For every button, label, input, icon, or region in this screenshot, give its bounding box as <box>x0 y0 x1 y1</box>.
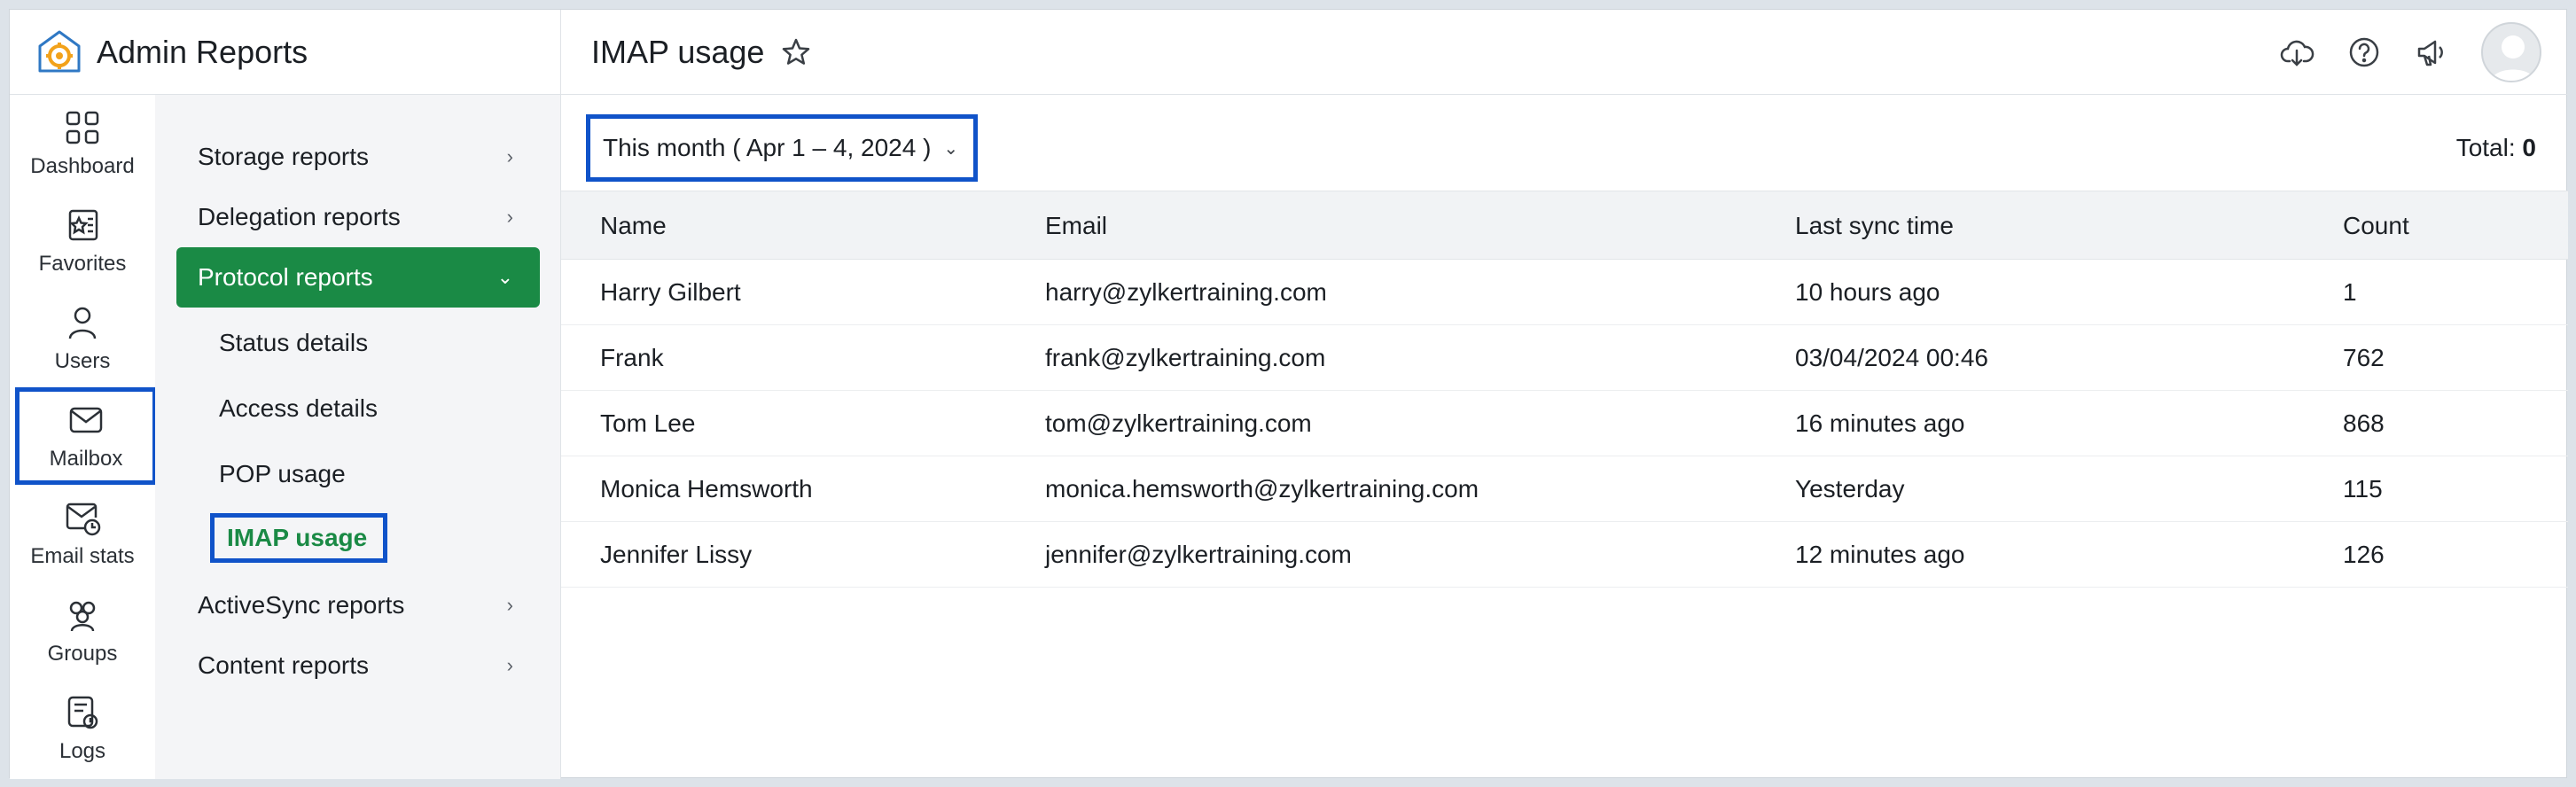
nav-item-protocol-reports[interactable]: Protocol reports ⌄ <box>176 247 540 308</box>
chevron-right-icon: › <box>506 206 513 228</box>
email-stats-icon <box>66 503 101 536</box>
column-header-email[interactable]: Email <box>1045 191 1107 261</box>
column-header-count[interactable]: Count <box>2343 191 2409 261</box>
rail-label: Mailbox <box>49 447 123 471</box>
chevron-down-icon: ⌄ <box>943 138 959 159</box>
reports-nav: Storage reports › Delegation reports › P… <box>155 95 561 779</box>
table-row[interactable]: Monica Hemsworth monica.hemsworth@zylker… <box>561 456 2568 522</box>
cell-email: tom@zylkertraining.com <box>1045 409 1312 437</box>
cell-email: monica.hemsworth@zylkertraining.com <box>1045 475 1479 503</box>
cell-count: 126 <box>2343 541 2385 568</box>
cell-name: Jennifer Lissy <box>600 541 753 568</box>
cell-last-sync-time: 12 minutes ago <box>1795 541 1965 568</box>
rail-item-groups[interactable]: Groups <box>10 582 155 680</box>
total-count: Total: 0 <box>2456 134 2536 162</box>
table-row[interactable]: Frank frank@zylkertraining.com 03/04/202… <box>561 325 2568 391</box>
rail-item-dashboard[interactable]: Dashboard <box>10 95 155 192</box>
cell-email: harry@zylkertraining.com <box>1045 278 1327 306</box>
column-header-last-sync-time[interactable]: Last sync time <box>1795 191 1954 261</box>
cell-count: 868 <box>2343 409 2385 437</box>
cell-count: 762 <box>2343 344 2385 371</box>
cell-name: Monica Hemsworth <box>600 475 813 503</box>
cell-last-sync-time: Yesterday <box>1795 475 1905 503</box>
nav-sub-imap-usage[interactable]: IMAP usage <box>210 513 387 563</box>
avatar[interactable] <box>2481 22 2541 82</box>
rail-label: Groups <box>47 642 118 666</box>
rail-item-mailbox[interactable]: Mailbox <box>15 387 157 485</box>
chevron-right-icon: › <box>506 594 513 616</box>
nav-label: Content reports <box>198 651 369 679</box>
favorites-icon <box>68 209 98 241</box>
cell-name: Tom Lee <box>600 409 696 437</box>
cell-email: jennifer@zylkertraining.com <box>1045 541 1352 568</box>
rail-item-favorites[interactable]: Favorites <box>10 192 155 290</box>
logs-icon <box>67 696 98 729</box>
rail-label: Logs <box>59 739 106 763</box>
mailbox-icon <box>69 407 103 433</box>
user-avatar-icon <box>2490 35 2536 81</box>
date-range-label: This month ( Apr 1 – 4, 2024 ) <box>603 134 932 161</box>
nav-label: ActiveSync reports <box>198 591 405 619</box>
nav-item-delegation-reports[interactable]: Delegation reports › <box>176 187 540 247</box>
rail-label: Favorites <box>38 252 127 276</box>
app-header: Admin Reports <box>10 10 561 95</box>
chevron-right-icon: › <box>506 145 513 168</box>
cell-last-sync-time: 10 hours ago <box>1795 278 1940 306</box>
page-title: IMAP usage <box>591 33 765 70</box>
star-icon[interactable] <box>780 36 812 68</box>
imap-usage-table: Name Email Last sync time Count Harry Gi… <box>561 191 2568 588</box>
cell-count: 1 <box>2343 278 2357 306</box>
rail-item-email-stats[interactable]: Email stats <box>10 485 155 582</box>
total-label: Total: <box>2455 134 2516 161</box>
chevron-right-icon: › <box>506 654 513 676</box>
column-header-name[interactable]: Name <box>600 191 667 261</box>
app-title: Admin Reports <box>97 33 308 70</box>
cell-last-sync-time: 03/04/2024 00:46 <box>1795 344 1988 371</box>
app-window: Admin Reports Dashboard Favorites Users <box>9 9 2568 779</box>
cell-last-sync-time: 16 minutes ago <box>1795 409 1965 437</box>
total-value: 0 <box>2522 134 2536 161</box>
nav-sub-pop-usage[interactable]: POP usage <box>198 449 346 499</box>
cell-name: Harry Gilbert <box>600 278 741 306</box>
nav-label: Delegation reports <box>198 203 401 230</box>
chevron-down-icon: ⌄ <box>496 266 513 288</box>
dashboard-icon <box>66 111 99 144</box>
cell-count: 115 <box>2343 475 2383 503</box>
date-range-dropdown[interactable]: This month ( Apr 1 – 4, 2024 ) ⌄ <box>586 114 978 182</box>
nav-label: Protocol reports <box>198 263 373 291</box>
admin-reports-logo-icon <box>38 30 81 72</box>
page-header: IMAP usage <box>561 10 2568 95</box>
nav-item-storage-reports[interactable]: Storage reports › <box>176 127 540 187</box>
rail-item-logs[interactable]: Logs <box>10 680 155 777</box>
table-row[interactable]: Harry Gilbert harry@zylkertraining.com 1… <box>561 260 2568 325</box>
users-icon <box>68 307 97 339</box>
help-icon[interactable] <box>2346 35 2382 70</box>
table-row[interactable]: Jennifer Lissy jennifer@zylkertraining.c… <box>561 522 2568 588</box>
rail-item-users[interactable]: Users <box>10 290 155 387</box>
rail-label: Dashboard <box>30 154 135 178</box>
nav-item-activesync-reports[interactable]: ActiveSync reports › <box>176 575 540 635</box>
cloud-download-icon[interactable] <box>2279 35 2314 70</box>
nav-sub-status-details[interactable]: Status details <box>198 318 368 368</box>
table-header: Name Email Last sync time Count <box>561 191 2568 260</box>
header-actions <box>2279 22 2541 82</box>
rail-label: Users <box>54 349 111 373</box>
groups-icon <box>69 601 96 632</box>
cell-name: Frank <box>600 344 664 371</box>
nav-sub-access-details[interactable]: Access details <box>198 384 378 433</box>
rail-label: Email stats <box>30 544 135 568</box>
announcement-icon[interactable] <box>2414 35 2449 70</box>
nav-item-content-reports[interactable]: Content reports › <box>176 635 540 696</box>
icon-rail: Dashboard Favorites Users Mailbox Email … <box>10 95 157 779</box>
table-row[interactable]: Tom Lee tom@zylkertraining.com 16 minute… <box>561 391 2568 456</box>
cell-email: frank@zylkertraining.com <box>1045 344 1326 371</box>
nav-label: Storage reports <box>198 143 369 170</box>
